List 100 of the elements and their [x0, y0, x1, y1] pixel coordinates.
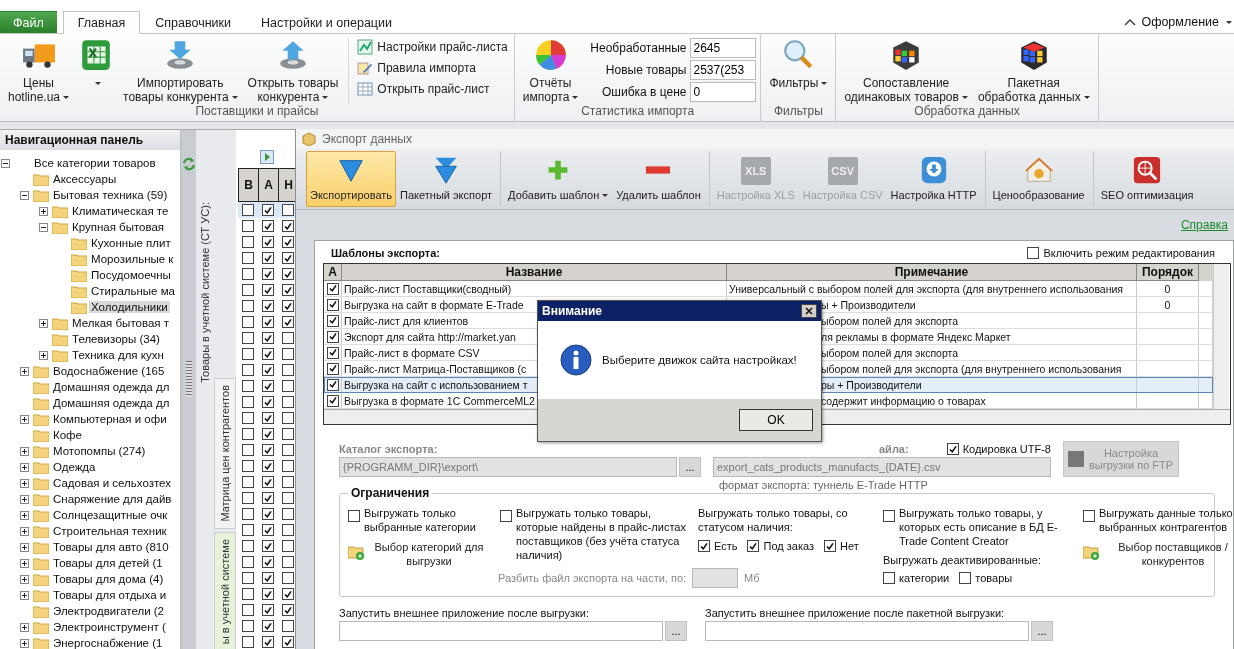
ok-button[interactable]: OK [739, 409, 813, 431]
expand-icon[interactable] [39, 318, 48, 328]
checkbox[interactable] [242, 636, 254, 648]
checkbox[interactable] [698, 540, 710, 552]
expand-icon[interactable] [20, 542, 29, 552]
choose-partners-button[interactable]: Выбор поставщиков / конкурентов [1083, 540, 1234, 568]
checkbox[interactable] [946, 443, 959, 455]
checkbox[interactable] [959, 572, 972, 584]
checkbox[interactable] [282, 620, 294, 632]
ribbon-button[interactable]: Отчёты импорта [518, 38, 583, 104]
checkbox[interactable] [262, 620, 274, 632]
tree-item[interactable]: Кофе [51, 429, 84, 441]
expand-icon[interactable] [20, 414, 29, 424]
checkbox[interactable] [282, 364, 294, 376]
tree-item[interactable]: Крупная бытовая [70, 221, 167, 233]
expand-icon[interactable] [20, 462, 29, 472]
checkbox[interactable] [262, 572, 274, 584]
table-row[interactable]: Прайс-лист Поставщики(сводный) Универсальный с выбором полей для экспорта (для внутреннего использования 0 [324, 281, 1213, 297]
checkbox[interactable] [242, 620, 254, 632]
tree-item[interactable]: Садовая и сельхозтех [51, 477, 173, 489]
checkbox[interactable] [282, 332, 294, 344]
grid-row[interactable] [238, 202, 295, 218]
checkbox[interactable] [242, 476, 254, 488]
checkbox[interactable] [242, 508, 254, 520]
checkbox[interactable] [262, 428, 274, 440]
toolbar-button[interactable]: Удалить шаблон [612, 151, 705, 207]
checkbox[interactable] [242, 364, 254, 376]
checkbox[interactable] [262, 204, 274, 216]
checkbox[interactable] [883, 510, 895, 522]
toolbar-button[interactable]: Экспортировать [306, 151, 397, 207]
checkbox[interactable] [242, 428, 254, 440]
checkbox[interactable] [262, 636, 274, 648]
expand-icon[interactable] [20, 366, 29, 376]
tree-item[interactable]: Морозильные к [89, 253, 176, 265]
ribbon-tab[interactable]: Файл [0, 11, 57, 33]
tree-item[interactable]: Домашняя одежда дл [51, 381, 172, 393]
checkbox[interactable] [282, 316, 294, 328]
checkbox[interactable] [326, 362, 339, 375]
browse-button[interactable]: ... [665, 621, 687, 641]
collapse-icon[interactable] [20, 190, 29, 200]
checkbox[interactable] [262, 460, 274, 472]
close-icon[interactable] [801, 304, 817, 318]
checkbox[interactable] [242, 332, 254, 344]
checkbox[interactable] [262, 236, 274, 248]
tree-item[interactable]: Товары для дома (4) [51, 573, 166, 585]
ribbon-tab[interactable]: Настройки и операции [246, 11, 407, 33]
checkbox[interactable] [242, 412, 254, 424]
checkbox[interactable] [262, 396, 274, 408]
tree-item[interactable]: Бытовая техника (59) [51, 189, 170, 201]
checkbox[interactable] [262, 444, 274, 456]
checkbox[interactable] [282, 604, 294, 616]
checkbox[interactable] [262, 476, 274, 488]
checkbox[interactable] [242, 524, 254, 536]
tree-item[interactable]: Солнцезащитные очк [51, 509, 170, 521]
expand-icon[interactable] [20, 478, 29, 488]
checkbox[interactable] [242, 316, 254, 328]
tree-item[interactable]: Снаряжение для дайв [51, 493, 174, 505]
checkbox[interactable] [262, 604, 274, 616]
ribbon-button[interactable]: Цены hotline.ua [4, 38, 74, 104]
tree-item[interactable]: Мотопомпы (274) [51, 445, 148, 457]
input-field[interactable] [339, 621, 663, 641]
checkbox[interactable] [262, 540, 274, 552]
tree-item[interactable]: Телевизоры (34) [70, 333, 162, 345]
tree-item[interactable]: Стиральные ма [89, 285, 177, 297]
checkbox[interactable] [262, 588, 274, 600]
checkbox[interactable] [348, 510, 360, 522]
tree-item[interactable]: Посудомоечны [89, 269, 173, 281]
tree-item[interactable]: Товары для детей (1 [51, 557, 165, 569]
ribbon-button[interactable]: Сопоставление одинаковых товаров [840, 38, 972, 104]
panel-toggle-icon[interactable] [260, 150, 274, 164]
stat-field[interactable]: 2537(253 [690, 60, 757, 80]
checkbox[interactable] [242, 396, 254, 408]
ribbon-button[interactable]: Открыть прайс-лист [355, 80, 510, 98]
tree-item[interactable]: Все категории товаров [32, 157, 158, 169]
checkbox[interactable] [242, 572, 254, 584]
checkbox[interactable] [262, 268, 274, 280]
expand-icon[interactable] [20, 590, 29, 600]
tree-item[interactable]: Домашняя одежда дл [51, 397, 172, 409]
ribbon-tab[interactable]: Главная [62, 11, 141, 34]
checkbox[interactable] [282, 524, 294, 536]
toolbar-button[interactable]: Ценообразование [984, 151, 1089, 207]
checkbox[interactable] [282, 460, 294, 472]
tree-item[interactable]: Мелкая бытовая т [70, 317, 171, 329]
collapse-icon[interactable] [39, 222, 48, 232]
checkbox[interactable] [242, 588, 254, 600]
checkbox[interactable] [242, 556, 254, 568]
checkbox[interactable] [242, 604, 254, 616]
side-tab[interactable]: ы в учетной системе [214, 531, 236, 649]
checkbox[interactable] [242, 204, 254, 216]
expand-icon[interactable] [39, 206, 48, 216]
checkbox[interactable] [282, 396, 294, 408]
checkbox[interactable] [242, 444, 254, 456]
checkbox[interactable] [282, 220, 294, 232]
checkbox[interactable] [326, 298, 339, 311]
tree-item[interactable]: Одежда [51, 461, 98, 473]
checkbox[interactable] [326, 314, 339, 327]
checkbox[interactable] [282, 572, 294, 584]
expand-icon[interactable] [20, 446, 29, 456]
tree-item[interactable]: Кухонные плит [89, 237, 173, 249]
checkbox[interactable] [242, 540, 254, 552]
